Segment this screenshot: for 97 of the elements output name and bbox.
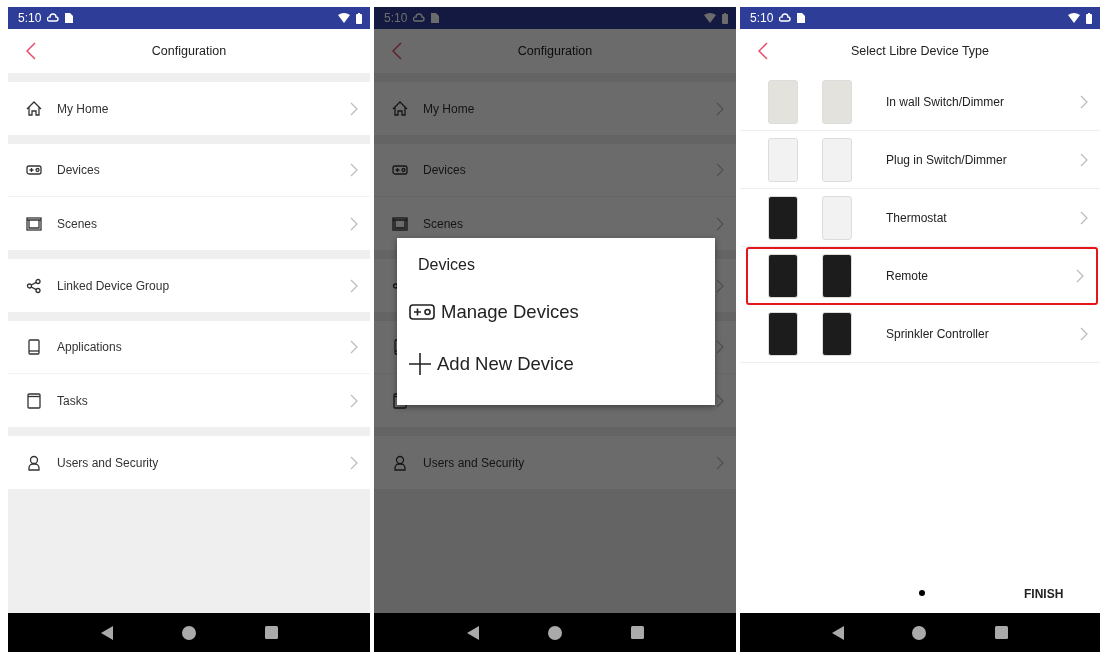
sim-card-icon [431, 13, 440, 23]
sim-card-icon [797, 13, 806, 23]
device-type-label: Thermostat [886, 210, 947, 225]
chevron-right-icon [350, 163, 358, 177]
menu-label: Linked Device Group [57, 278, 170, 293]
scene-icon [26, 215, 42, 232]
menu-item[interactable]: My Home [8, 82, 370, 135]
menu-item[interactable]: Tasks [8, 374, 370, 427]
home-icon[interactable] [181, 625, 196, 640]
back-icon[interactable] [26, 42, 36, 60]
home-icon[interactable] [912, 625, 927, 640]
photo-placeholder [768, 195, 798, 240]
photo-placeholder [822, 311, 852, 356]
menu-label: Applications [57, 340, 122, 354]
device-type-item[interactable]: Remote [746, 247, 1098, 305]
device-type-item[interactable]: In wall Switch/Dimmer [740, 73, 1100, 131]
recents-icon[interactable] [264, 626, 278, 639]
wifi-icon [704, 13, 716, 23]
menu-label: Scenes [423, 216, 464, 231]
home-icon[interactable] [547, 625, 562, 640]
battery-icon [1086, 12, 1092, 24]
chevron-right-icon [1080, 210, 1088, 225]
cloud-icon [413, 13, 426, 23]
menu-item[interactable]: Linked Device Group [8, 259, 370, 312]
menu-item[interactable]: Applications [8, 321, 370, 374]
photo-placeholder [822, 137, 852, 182]
home-icon [26, 100, 42, 117]
chevron-right-icon [350, 455, 358, 470]
photo-placeholder [822, 195, 852, 240]
scene-icon [392, 215, 408, 232]
device-type-label: Sprinkler Controller [886, 326, 989, 341]
screen-title: Configuration [517, 44, 593, 58]
menu-item[interactable]: Users and Security [8, 436, 370, 489]
photo-placeholder [768, 79, 798, 124]
home-icon [392, 100, 408, 117]
user-icon [26, 454, 42, 471]
back-icon[interactable] [758, 42, 768, 60]
dialog-option[interactable]: Manage Devices [409, 286, 715, 338]
chevron-right-icon [350, 340, 358, 354]
chevron-right-icon [350, 101, 358, 116]
gamepad-icon [392, 162, 408, 178]
menu-label: Devices [57, 163, 100, 177]
chevron-right-icon [716, 163, 724, 177]
cloud-icon [779, 13, 792, 23]
chevron-right-icon [350, 216, 358, 231]
menu-label: Tasks [57, 393, 88, 408]
chevron-right-icon [350, 393, 358, 408]
device-type-label: Plug in Switch/Dimmer [886, 152, 1007, 167]
menu-label: Users and Security [57, 455, 159, 470]
photo-placeholder [768, 311, 798, 356]
chevron-right-icon [1080, 326, 1088, 341]
battery-icon [722, 12, 728, 24]
wifi-icon [1068, 13, 1080, 23]
menu-item[interactable]: Devices [8, 144, 370, 197]
chevron-right-icon [1076, 269, 1084, 283]
menu-label: Devices [423, 163, 466, 177]
device-type-item[interactable]: Sprinkler Controller [740, 305, 1100, 363]
photo-placeholder [768, 254, 798, 298]
chevron-right-icon [1080, 94, 1088, 109]
plus-icon [409, 353, 431, 375]
back-icon[interactable] [100, 625, 113, 640]
screen-title: Select Libre Device Type [850, 44, 989, 58]
finish-button[interactable]: FINISH [1022, 585, 1066, 603]
device-type-label: In wall Switch/Dimmer [886, 94, 1005, 109]
photo-placeholder [768, 137, 798, 182]
device-type-item[interactable]: Plug in Switch/Dimmer [740, 131, 1100, 189]
chevron-right-icon [716, 455, 724, 470]
device-type-label: Remote [886, 269, 929, 283]
battery-icon [356, 12, 362, 24]
recents-icon[interactable] [630, 626, 644, 639]
gamepad-icon [26, 162, 42, 178]
back-icon[interactable] [466, 625, 479, 640]
chevron-right-icon [716, 216, 724, 231]
status-time: 5:10 [750, 11, 774, 25]
status-time: 5:10 [384, 11, 408, 25]
menu-label: Scenes [57, 216, 98, 231]
recents-icon[interactable] [994, 626, 1008, 639]
photo-placeholder [822, 79, 852, 124]
device-type-item[interactable]: Thermostat [740, 189, 1100, 247]
page-indicator-dot [919, 590, 925, 596]
menu-label: Users and Security [423, 455, 525, 470]
chevron-right-icon [1080, 152, 1088, 167]
photo-placeholder [822, 254, 852, 298]
user-icon [392, 454, 408, 471]
cloud-icon [47, 13, 60, 23]
dialog-title: Devices [418, 256, 476, 274]
menu-label: My Home [423, 101, 475, 116]
chevron-right-icon [350, 278, 358, 293]
gamepad-icon [409, 303, 435, 321]
chevron-right-icon [716, 101, 724, 116]
screen-title: Configuration [151, 44, 227, 58]
sim-card-icon [65, 13, 74, 23]
menu-label: My Home [57, 101, 109, 116]
back-icon[interactable] [832, 625, 845, 640]
status-time: 5:10 [18, 11, 42, 25]
menu-item[interactable]: Scenes [8, 197, 370, 250]
wifi-icon [338, 13, 350, 23]
